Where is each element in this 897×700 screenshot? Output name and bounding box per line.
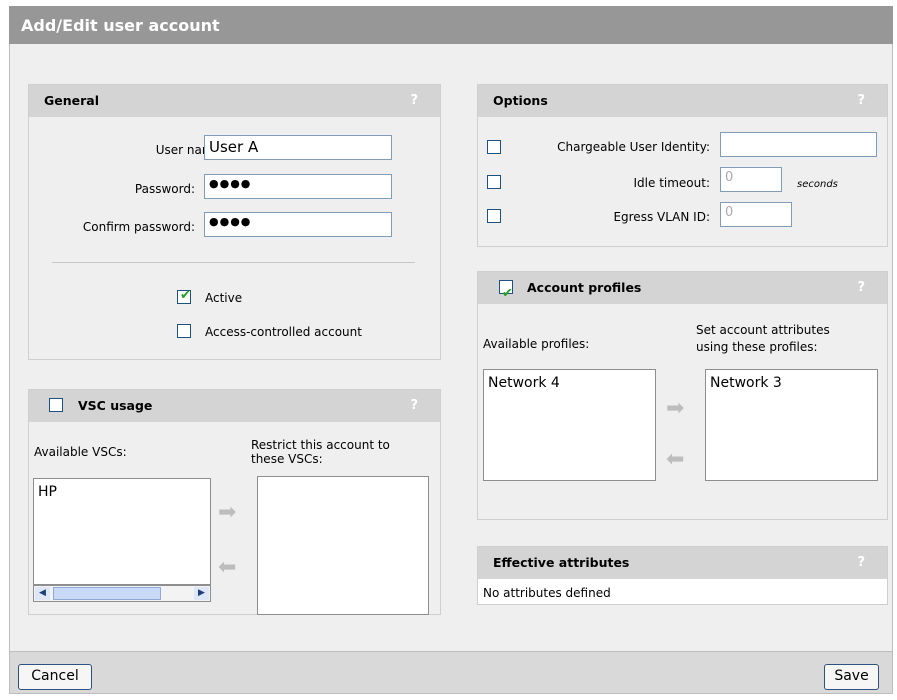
scroll-thumb[interactable] (53, 587, 161, 600)
vsc-panel: VSC usage ? Available VSCs: Restrict thi… (28, 389, 441, 615)
vsc-help-icon[interactable]: ? (410, 390, 418, 422)
remove-profile-arrow-icon[interactable]: ⬅ (666, 447, 684, 472)
add-vsc-arrow-icon[interactable]: ➡ (218, 500, 236, 525)
confirm-password-label: Confirm password: (82, 220, 195, 234)
selected-profiles-list[interactable]: Network 3 (705, 369, 878, 481)
idle-timeout-unit: seconds (797, 179, 838, 190)
scroll-left-icon[interactable]: ◀ (35, 587, 50, 600)
dialog-title: Add/Edit user account (9, 6, 893, 44)
list-item[interactable]: HP (38, 484, 206, 500)
general-header: General ? (29, 85, 440, 117)
general-panel: General ? User name: User A Password: ●●… (28, 84, 441, 360)
available-vscs-list[interactable]: HP (33, 478, 211, 585)
options-help-icon[interactable]: ? (857, 85, 865, 117)
cui-label: Chargeable User Identity: (557, 140, 710, 154)
effective-title: Effective attributes (493, 555, 630, 570)
set-profiles-label-1: Set account attributes (696, 323, 830, 337)
egress-vlan-input[interactable]: 0 (720, 202, 792, 227)
available-vscs-label: Available VSCs: (34, 445, 127, 459)
password-input[interactable]: ●●●● (204, 174, 392, 199)
username-input[interactable]: User A (204, 135, 392, 160)
list-item[interactable]: Network 4 (488, 375, 651, 391)
restrict-vscs-label-2: these VSCs: (251, 452, 323, 466)
egress-vlan-label: Egress VLAN ID: (613, 210, 710, 224)
vsc-header: VSC usage ? (29, 390, 440, 422)
effective-help-icon[interactable]: ? (857, 547, 865, 579)
set-profiles-label-2: using these profiles: (696, 340, 818, 354)
vsc-title: VSC usage (78, 398, 153, 413)
egress-vlan-checkbox[interactable] (487, 209, 501, 223)
vsc-checkbox[interactable] (49, 398, 63, 412)
cancel-button[interactable]: Cancel (18, 664, 92, 690)
available-profiles-label: Available profiles: (483, 337, 590, 351)
general-help-icon[interactable]: ? (410, 85, 418, 117)
idle-timeout-label: Idle timeout: (633, 176, 711, 190)
footer-bar (10, 651, 892, 693)
scroll-right-icon[interactable]: ▶ (194, 587, 209, 600)
access-controlled-checkbox[interactable] (177, 324, 191, 338)
vsc-hscrollbar[interactable]: ◀ ▶ (33, 585, 211, 602)
idle-timeout-checkbox[interactable] (487, 175, 501, 189)
general-divider (52, 262, 415, 263)
profiles-header: ✔ Account profiles ? (478, 272, 887, 304)
effective-text: No attributes defined (483, 586, 611, 600)
remove-vsc-arrow-icon[interactable]: ⬅ (218, 555, 236, 580)
confirm-password-input[interactable]: ●●●● (204, 212, 392, 237)
restricted-vscs-list[interactable] (257, 476, 429, 615)
check-icon: ✔ (180, 288, 191, 303)
active-label: Active (205, 291, 243, 305)
access-controlled-label: Access-controlled account (205, 325, 362, 339)
restrict-vscs-label-1: Restrict this account to (251, 438, 390, 452)
profiles-checkbox[interactable]: ✔ (499, 280, 513, 301)
username-label: User name: (155, 143, 225, 157)
list-item[interactable]: Network 3 (710, 375, 873, 391)
profiles-help-icon[interactable]: ? (857, 272, 865, 304)
options-title: Options (493, 93, 548, 108)
save-button[interactable]: Save (824, 664, 879, 690)
profiles-title: Account profiles (527, 280, 642, 295)
available-profiles-list[interactable]: Network 4 (483, 369, 656, 481)
effective-header: Effective attributes ? (478, 547, 887, 579)
general-title: General (44, 93, 99, 108)
effective-panel: Effective attributes ? No attributes def… (477, 546, 888, 605)
active-checkbox[interactable]: ✔ (177, 288, 191, 304)
idle-timeout-input[interactable]: 0 (720, 167, 782, 192)
options-header: Options ? (478, 85, 887, 117)
options-panel: Options ? Chargeable User Identity: Idle… (477, 84, 888, 247)
password-label: Password: (134, 182, 195, 196)
profiles-panel: ✔ Account profiles ? Available profiles:… (477, 271, 888, 520)
check-icon: ✔ (502, 286, 513, 301)
cui-checkbox[interactable] (487, 140, 501, 154)
add-profile-arrow-icon[interactable]: ➡ (666, 396, 684, 421)
cui-input[interactable] (720, 132, 877, 157)
